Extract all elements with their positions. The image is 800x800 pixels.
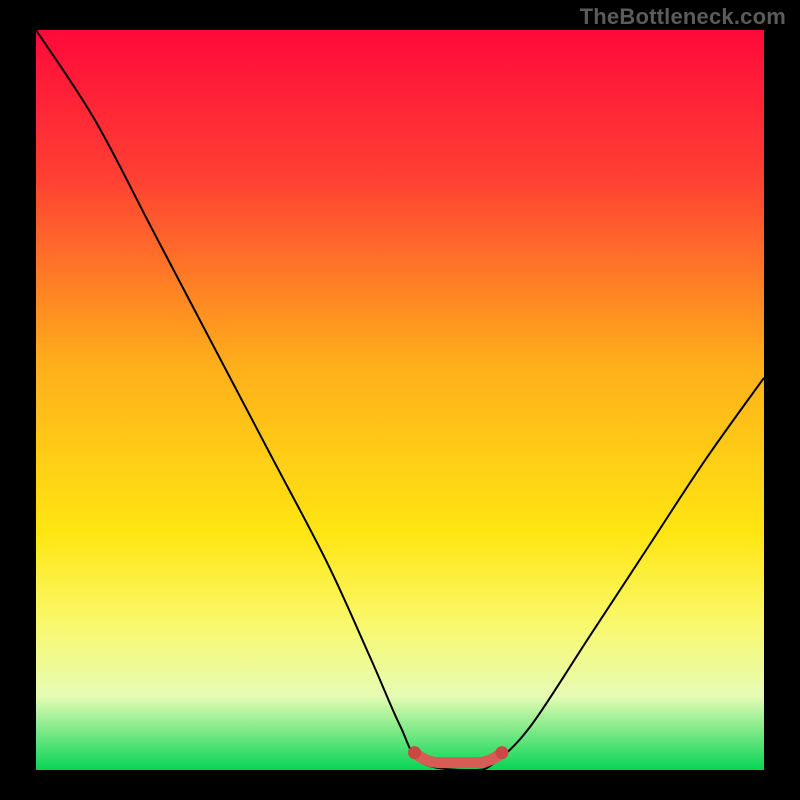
chart-frame: TheBottleneck.com (0, 0, 800, 800)
bottleneck-chart-svg (0, 0, 800, 800)
watermark-text: TheBottleneck.com (580, 4, 786, 30)
gradient-plot-area (36, 30, 764, 770)
optimal-band-right-tip (495, 746, 508, 759)
optimal-band-left-tip (408, 746, 421, 759)
